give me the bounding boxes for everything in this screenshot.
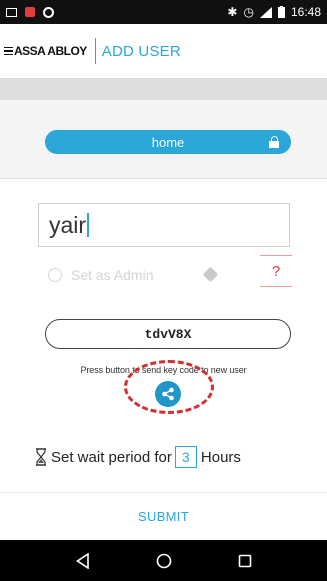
add-user-form: yair Set as Admin ? tdvV8X Press button … <box>0 178 327 492</box>
share-icon <box>162 387 174 401</box>
notification-icon <box>25 7 35 17</box>
brand-logo: ASSA ABLOY <box>4 44 93 58</box>
recents-button[interactable] <box>235 551 255 571</box>
status-left-icons <box>6 6 54 18</box>
text-caret <box>87 213 89 237</box>
wait-unit-label: Hours <box>200 448 241 466</box>
add-user-screen: ✱ ◷ 16:48 ASSA ABLOY ADD USER home yair <box>0 0 327 581</box>
set-as-admin-label: Set as Admin <box>71 267 154 283</box>
battery-icon <box>277 6 285 18</box>
page-title: ADD USER <box>101 42 181 60</box>
home-button[interactable] <box>154 551 174 571</box>
back-icon <box>75 552 89 569</box>
lock-icon <box>269 136 279 148</box>
gallery-icon <box>6 7 17 17</box>
back-button[interactable] <box>73 551 93 571</box>
lock-section: home <box>0 100 327 178</box>
signal-icon <box>259 6 272 18</box>
set-as-admin-row: Set as Admin ? <box>48 255 298 287</box>
share-button[interactable] <box>155 381 181 407</box>
wait-hours-input[interactable]: 3 <box>174 446 197 468</box>
diamond-icon <box>202 266 219 283</box>
brand-lines-icon <box>4 47 13 55</box>
status-bar: ✱ ◷ 16:48 <box>0 0 327 24</box>
recents-icon <box>238 554 251 567</box>
lock-name: home <box>151 134 185 150</box>
wait-period-label: Set wait period for <box>51 448 172 466</box>
app-header: ASSA ABLOY ADD USER <box>0 24 327 78</box>
brand-name: ASSA ABLOY <box>14 44 87 58</box>
header-divider <box>94 38 96 64</box>
set-as-admin-radio[interactable] <box>48 268 62 282</box>
system-nav-bar <box>0 540 327 581</box>
status-right-icons: ✱ ◷ 16:48 <box>227 5 321 19</box>
help-button[interactable]: ? <box>260 255 292 287</box>
alarm-icon: ◷ <box>243 5 254 19</box>
hourglass-icon <box>36 448 46 466</box>
home-icon <box>156 553 171 568</box>
wait-period-row: Set wait period for 3 Hours <box>35 445 241 469</box>
user-name-value: yair <box>49 211 87 238</box>
sync-icon <box>43 6 54 18</box>
clock: 16:48 <box>290 5 321 19</box>
key-code-button[interactable]: tdvV8X <box>45 319 291 349</box>
bluetooth-icon: ✱ <box>227 5 238 19</box>
user-name-input[interactable]: yair <box>38 203 290 247</box>
header-separator-band <box>0 78 327 100</box>
lock-selector[interactable]: home <box>45 130 291 154</box>
submit-button[interactable]: SUBMIT <box>0 492 327 540</box>
